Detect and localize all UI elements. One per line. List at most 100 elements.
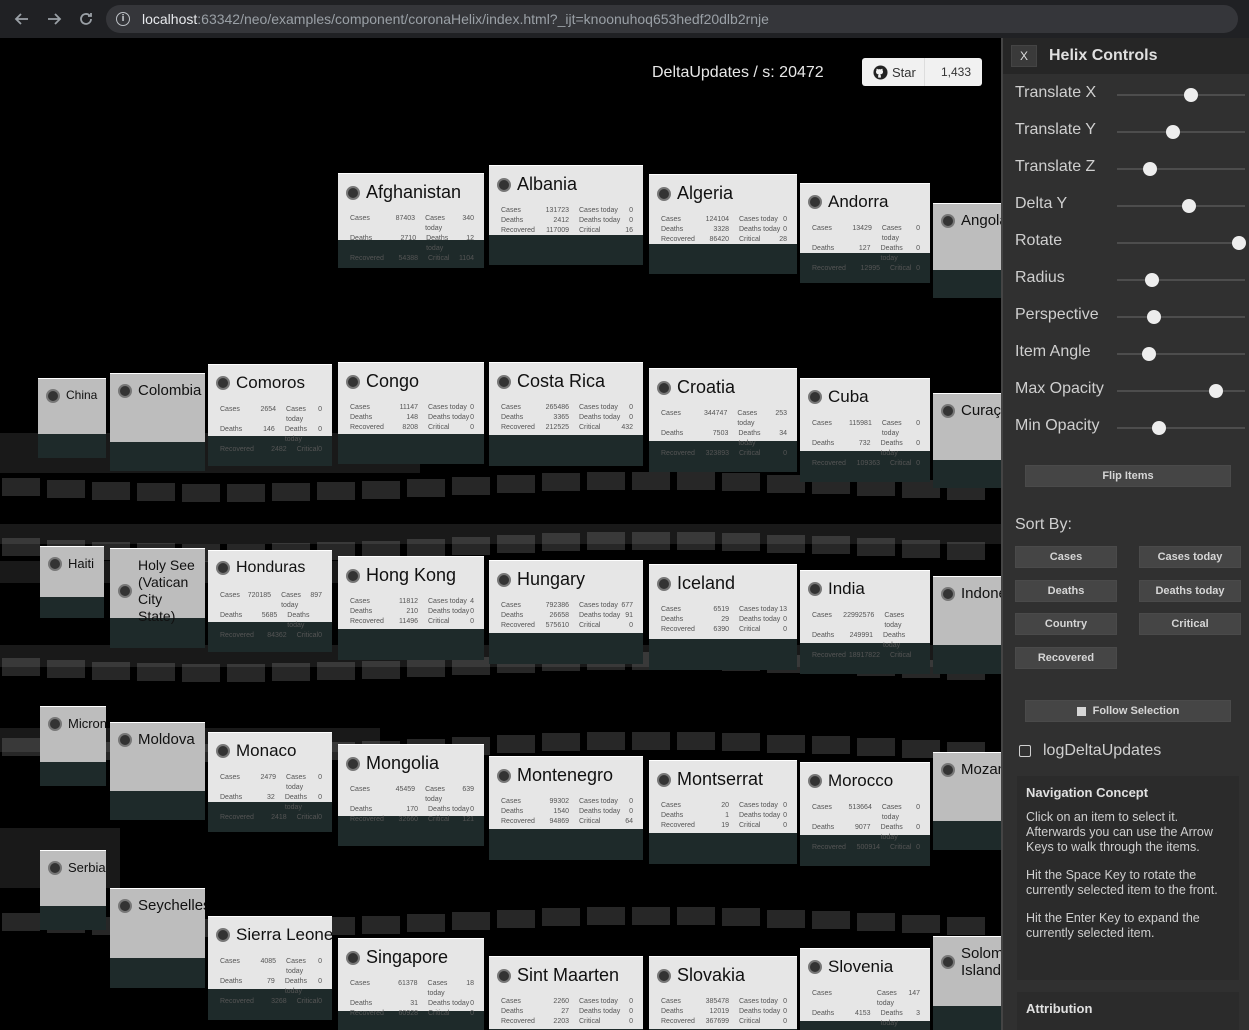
follow-selection-button[interactable]: Follow Selection	[1025, 700, 1231, 722]
stat-label: Cases	[661, 216, 681, 223]
stat-label: Critical	[739, 822, 761, 829]
stat-value: 0	[916, 265, 920, 272]
slider-translate-x[interactable]: Translate X	[1003, 76, 1249, 113]
sort-cases-button[interactable]: Cases	[1015, 546, 1117, 568]
stat-row: Deaths 32 Deaths today 0	[220, 793, 322, 813]
stat-value: 12019	[709, 1008, 729, 1015]
country-card[interactable]: Afghanistan Cases 87403 Cases today 340 Death…	[338, 173, 484, 268]
country-card[interactable]: Albania Cases 131723 Cases today 0 Deaths 2412…	[489, 165, 643, 265]
country-card[interactable]: Colombia	[110, 373, 205, 471]
slider-track[interactable]	[1117, 199, 1245, 213]
slider-item-angle[interactable]: Item Angle	[1003, 335, 1249, 372]
slider-thumb[interactable]	[1166, 125, 1181, 139]
country-card[interactable]: Honduras Cases 720185 Cases today 897 Deaths 5…	[208, 550, 332, 652]
address-bar[interactable]: i localhost :63342/neo/examples/componen…	[106, 5, 1238, 33]
country-card[interactable]: Moldova	[110, 722, 205, 820]
country-card[interactable]: Angola	[933, 203, 1001, 298]
country-card[interactable]: Costa Rica Cases 265486 Cases today 0 Deaths 3…	[489, 362, 643, 466]
slider-radius[interactable]: Radius	[1003, 261, 1249, 298]
slider-thumb[interactable]	[1152, 421, 1167, 435]
slider-thumb[interactable]	[1231, 236, 1246, 250]
background-item	[47, 479, 85, 498]
stat-label: Critical	[890, 844, 912, 851]
country-card[interactable]: Indonesia	[933, 576, 1001, 674]
back-arrow-icon[interactable]	[12, 9, 32, 29]
forward-arrow-icon[interactable]	[44, 9, 64, 29]
slider-track[interactable]	[1117, 347, 1245, 361]
slider-track[interactable]	[1117, 273, 1245, 287]
log-delta-updates-row[interactable]: logDeltaUpdates	[1019, 742, 1161, 760]
slider-track[interactable]	[1117, 310, 1245, 324]
slider-thumb[interactable]	[1181, 199, 1196, 213]
stat-value: 115981	[849, 420, 872, 427]
slider-track[interactable]	[1117, 384, 1245, 398]
country-card[interactable]: Croatia Cases 344747 Cases today 253 Deaths 75…	[649, 368, 797, 472]
country-card[interactable]: Solomon Islands	[933, 936, 1001, 1030]
country-card[interactable]: Algeria Cases 124104 Cases today 0 Deaths 3328…	[649, 174, 797, 274]
slider-translate-z[interactable]: Translate Z	[1003, 150, 1249, 187]
sort-cases-today-button[interactable]: Cases today	[1139, 546, 1241, 568]
slider-thumb[interactable]	[1143, 162, 1158, 176]
background-item	[767, 909, 805, 928]
info-icon[interactable]: i	[116, 12, 130, 26]
slider-delta-y[interactable]: Delta Y	[1003, 187, 1249, 224]
slider-max-opacity[interactable]: Max Opacity	[1003, 372, 1249, 409]
country-card[interactable]: Seychelles	[110, 888, 205, 988]
country-card[interactable]: Sint Maarten Cases 2260 Cases today 0 Deaths 2…	[489, 956, 643, 1030]
stat-label: Deaths today	[284, 978, 308, 995]
country-card[interactable]: India Cases 22992576 Cases today Deaths 24999…	[800, 570, 930, 674]
country-card[interactable]: Slovenia Cases Cases today 147 Deaths 4153 Dea…	[800, 948, 930, 1030]
country-card[interactable]: Monaco Cases 2479 Cases today 0 Deaths 32 Death…	[208, 732, 332, 832]
country-card[interactable]: Comoros Cases 2654 Cases today 0 Deaths 146 Dea…	[208, 364, 332, 466]
slider-track[interactable]	[1117, 236, 1246, 250]
country-card[interactable]: Cuba Cases 115981 Cases today 0 Deaths 732 Deat…	[800, 378, 930, 482]
slider-track[interactable]	[1117, 125, 1245, 139]
country-card[interactable]: Holy See (Vatican City State)	[110, 548, 205, 648]
reload-icon[interactable]	[76, 9, 96, 29]
country-card[interactable]: Mozambique	[933, 752, 1001, 850]
country-card[interactable]: Mongolia Cases 45459 Cases today 639 Deaths 17…	[338, 744, 484, 846]
sort-country-button[interactable]: Country	[1015, 613, 1117, 635]
card-reflection	[338, 433, 484, 464]
sort-recovered-button[interactable]: Recovered	[1015, 647, 1117, 669]
flip-items-button[interactable]: Flip Items	[1025, 465, 1231, 487]
stat-label: Recovered	[661, 1018, 695, 1025]
slider-thumb[interactable]	[1184, 88, 1199, 102]
country-card[interactable]: Sierra Leone Cases 4085 Cases today 0 Deaths 7…	[208, 916, 332, 1020]
slider-perspective[interactable]: Perspective	[1003, 298, 1249, 335]
slider-track[interactable]	[1117, 162, 1245, 176]
country-card[interactable]: Hong Kong Cases 11812 Cases today 4 Deaths 210…	[338, 556, 484, 660]
country-card[interactable]: Montserrat Cases 20 Cases today 0 Deaths 1 Deat…	[649, 760, 797, 864]
sort-deaths-today-button[interactable]: Deaths today	[1139, 580, 1241, 602]
slider-thumb[interactable]	[1142, 347, 1156, 361]
helix-stage[interactable]: Afghanistan Cases 87403 Cases today 340 Death…	[0, 38, 1001, 1030]
country-card[interactable]: Morocco Cases 513664 Cases today 0 Deaths 9077…	[800, 762, 930, 866]
country-card[interactable]: Slovakia Cases 385478 Cases today 0 Deaths 120…	[649, 956, 797, 1030]
country-card[interactable]: Hungary Cases 792386 Cases today 677 Deaths 26…	[489, 560, 643, 664]
slider-thumb[interactable]	[1144, 273, 1159, 287]
country-card[interactable]: Curaçao	[933, 393, 1001, 488]
star-count[interactable]: 1,433	[941, 65, 971, 79]
slider-track[interactable]	[1117, 88, 1245, 102]
slider-translate-y[interactable]: Translate Y	[1003, 113, 1249, 150]
country-card[interactable]: Singapore Cases 61378 Cases today 18 Deaths 31…	[338, 938, 484, 1030]
country-card[interactable]: Andorra Cases 13429 Cases today 0 Deaths 127 De…	[800, 183, 930, 283]
country-card[interactable]: Montenegro Cases 99302 Cases today 0 Deaths 15…	[489, 756, 643, 860]
country-card[interactable]: Micronesia	[40, 706, 106, 786]
country-card[interactable]: Haiti	[40, 546, 104, 618]
close-panel-button[interactable]: X	[1011, 45, 1037, 67]
slider-thumb[interactable]	[1147, 310, 1162, 324]
country-card[interactable]: Iceland Cases 6519 Cases today 13 Deaths 29 Dea…	[649, 564, 797, 670]
sort-deaths-button[interactable]: Deaths	[1015, 580, 1117, 602]
country-card[interactable]: Congo Cases 11147 Cases today 0 Deaths 148 Deat…	[338, 362, 484, 464]
log-delta-updates-checkbox[interactable]	[1019, 745, 1031, 757]
slider-track[interactable]	[1117, 421, 1245, 435]
country-card[interactable]: China	[38, 378, 106, 458]
slider-thumb[interactable]	[1208, 384, 1223, 398]
github-star-button[interactable]: Star 1,433	[862, 58, 982, 86]
card-stats: Cases 87403 Cases today 340 Deaths 2710 Deaths…	[350, 214, 474, 264]
country-card[interactable]: Serbia	[40, 850, 106, 930]
sort-critical-button[interactable]: Critical	[1139, 613, 1241, 635]
slider-rotate[interactable]: Rotate	[1003, 224, 1249, 261]
slider-min-opacity[interactable]: Min Opacity	[1003, 409, 1249, 446]
